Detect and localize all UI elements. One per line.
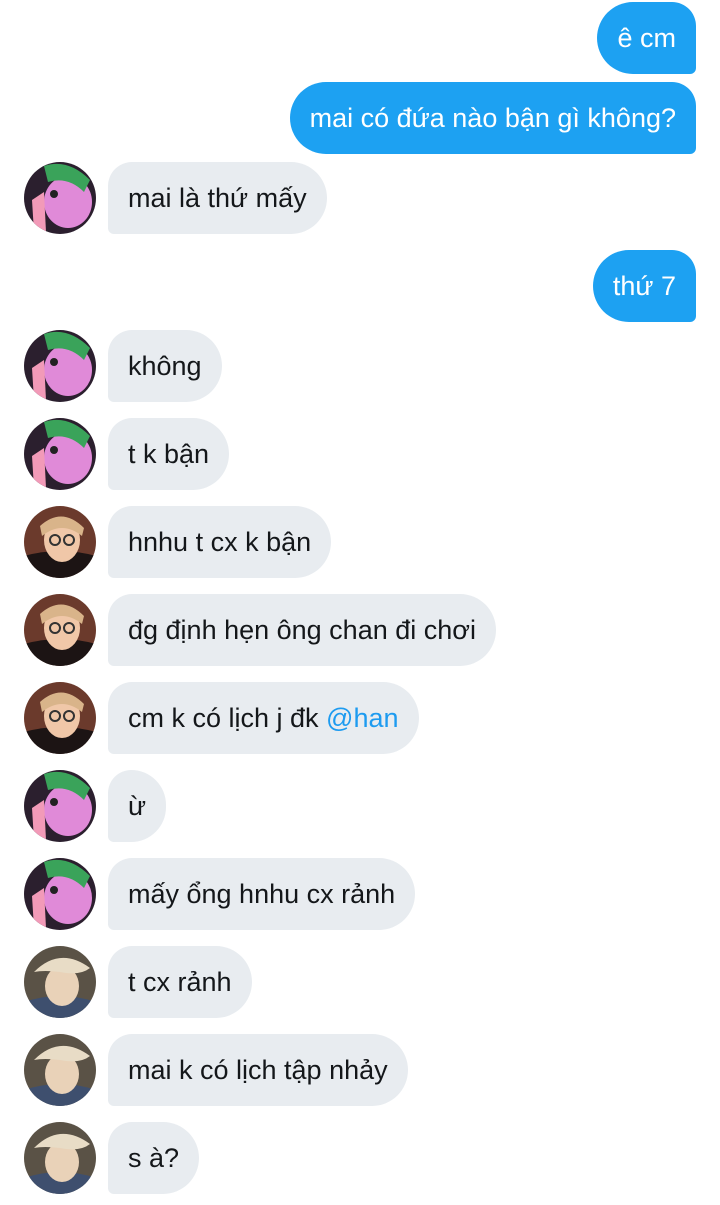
- user-mention-link[interactable]: @han: [326, 703, 398, 733]
- avatar-glasses-icon[interactable]: [24, 506, 96, 578]
- incoming-bubble[interactable]: cm k có lịch j đk @han: [108, 682, 419, 754]
- incoming-bubble[interactable]: ừ: [108, 770, 167, 842]
- outgoing-bubble[interactable]: ê cm: [597, 2, 696, 74]
- avatar-green-hair-icon[interactable]: [24, 418, 96, 490]
- avatar-glasses-icon[interactable]: [24, 682, 96, 754]
- outgoing-bubble[interactable]: mai có đứa nào bận gì không?: [289, 82, 696, 154]
- incoming-bubble[interactable]: t k bận: [108, 418, 230, 490]
- avatar-green-hair-icon[interactable]: [24, 858, 96, 930]
- avatar-beret-icon[interactable]: [24, 946, 96, 1018]
- incoming-bubble[interactable]: hnhu t cx k bận: [108, 506, 332, 578]
- incoming-bubble[interactable]: t cx rảnh: [108, 946, 252, 1018]
- incoming-bubble[interactable]: đg định hẹn ông chan đi chơi: [108, 594, 496, 666]
- avatar-glasses-icon[interactable]: [24, 594, 96, 666]
- outgoing-bubble[interactable]: thứ 7: [592, 250, 696, 322]
- incoming-bubble[interactable]: mai k có lịch tập nhảy: [108, 1034, 408, 1106]
- avatar-green-hair-icon[interactable]: [24, 770, 96, 842]
- avatar-beret-icon[interactable]: [24, 1122, 96, 1194]
- incoming-bubble[interactable]: mấy ổng hnhu cx rảnh: [108, 858, 416, 930]
- message-text: cm k có lịch j đk: [128, 703, 327, 733]
- avatar-green-hair-icon[interactable]: [24, 330, 96, 402]
- avatar-green-hair-icon[interactable]: [24, 162, 96, 234]
- incoming-bubble[interactable]: mai là thứ mấy: [108, 162, 327, 234]
- incoming-bubble[interactable]: s à?: [108, 1122, 200, 1194]
- avatar-beret-icon[interactable]: [24, 1034, 96, 1106]
- incoming-bubble[interactable]: không: [108, 330, 222, 402]
